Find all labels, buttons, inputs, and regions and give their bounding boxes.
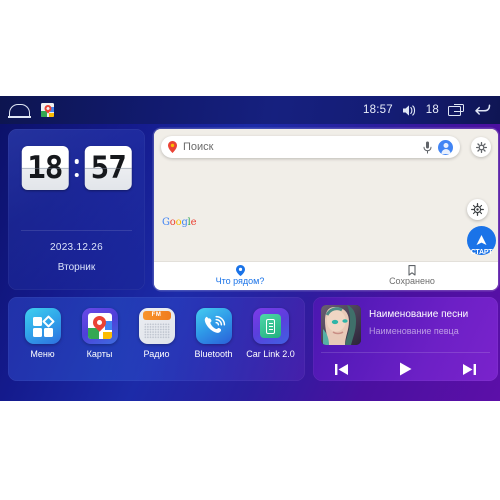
map-tab-nearby-label: Что рядом?	[215, 276, 265, 287]
app-dock: Меню Карты FM Радио Bluetooth Car Link 2…	[8, 297, 305, 381]
play-icon	[400, 362, 412, 376]
compass-target-icon[interactable]	[467, 199, 488, 220]
start-label: СТАРТ	[470, 249, 493, 256]
clock-hours: 18	[27, 149, 63, 186]
clock-minutes: 57	[90, 149, 127, 186]
recents-icon[interactable]	[448, 104, 464, 116]
map-search-bar[interactable]: Поиск	[161, 136, 460, 158]
clock-colon	[74, 153, 79, 183]
dock-app-carlink-label: Car Link 2.0	[246, 349, 295, 359]
map-pin-icon	[168, 141, 177, 153]
dock-app-maps-label: Карты	[86, 349, 113, 359]
track-artist: Наименование певца	[369, 326, 459, 336]
location-pin-icon	[154, 265, 326, 277]
clock-date: 2023.12.26	[49, 242, 104, 253]
search-input[interactable]: Поиск	[183, 141, 417, 153]
music-controls	[323, 359, 488, 379]
google-logo: Google	[162, 217, 197, 228]
dock-app-menu-label: Меню	[30, 349, 55, 359]
google-maps-icon[interactable]	[41, 103, 54, 117]
fm-radio-icon[interactable]: FM	[138, 308, 175, 344]
album-art	[321, 305, 361, 345]
car-head-unit-home-screen: 18:57 18 18 57 2023.12.26 Вторник Поиск …	[0, 96, 500, 401]
apps-grid-icon[interactable]	[24, 308, 61, 344]
next-track-button[interactable]	[461, 362, 478, 377]
map-bottom-tabs: Что рядом? Сохранено	[154, 261, 498, 290]
car-link-phone-icon[interactable]	[252, 308, 289, 344]
flip-clock: 18 57	[21, 146, 132, 190]
music-player-widget[interactable]: Наименование песни Наименование певца	[313, 297, 498, 381]
bookmark-icon	[326, 265, 498, 276]
dock-app-maps[interactable]: Карты	[71, 308, 128, 359]
map-canvas[interactable]: Поиск Google СТАРТ	[154, 129, 498, 262]
fm-band-label: FM	[142, 311, 171, 320]
dock-app-radio[interactable]: FM Радио	[128, 308, 185, 359]
start-navigation-button[interactable]: СТАРТ	[467, 226, 496, 256]
phone-signal-icon[interactable]	[195, 308, 232, 344]
clock-weekday: Вторник	[57, 262, 96, 273]
clock-widget[interactable]: 18 57 2023.12.26 Вторник	[8, 129, 145, 290]
map-tab-saved-label: Сохранено	[389, 276, 435, 287]
map-tab-nearby[interactable]: Что рядом?	[154, 265, 326, 287]
google-maps-widget[interactable]: Поиск Google СТАРТ Что рядом? Сохранено	[154, 129, 498, 290]
layers-settings-icon[interactable]	[471, 137, 491, 157]
navigation-arrow-icon	[476, 235, 487, 245]
dock-app-bluetooth[interactable]: Bluetooth	[185, 308, 242, 359]
volume-level: 18	[425, 104, 439, 116]
clock-hours-card: 18	[21, 146, 69, 190]
clock-minutes-card: 57	[84, 146, 132, 190]
map-tab-saved[interactable]: Сохранено	[326, 265, 498, 287]
clock-divider	[21, 230, 132, 231]
dock-app-menu[interactable]: Меню	[14, 308, 71, 359]
play-button[interactable]	[397, 362, 414, 377]
google-maps-icon[interactable]	[81, 308, 118, 344]
home-icon[interactable]	[8, 104, 31, 118]
skip-previous-icon	[335, 363, 348, 375]
speaker-grille	[143, 323, 170, 339]
skip-next-icon	[463, 363, 476, 375]
dock-app-bluetooth-label: Bluetooth	[194, 349, 233, 359]
status-time: 18:57	[363, 104, 393, 116]
dock-app-carlink[interactable]: Car Link 2.0	[242, 308, 299, 359]
back-icon[interactable]	[473, 103, 491, 117]
music-divider	[321, 352, 490, 353]
status-bar: 18:57 18	[0, 96, 500, 124]
previous-track-button[interactable]	[333, 362, 350, 377]
volume-icon[interactable]	[402, 104, 417, 117]
dock-app-radio-label: Радио	[143, 349, 170, 359]
microphone-icon[interactable]	[423, 141, 432, 154]
track-title: Наименование песни	[369, 309, 469, 320]
account-avatar-icon[interactable]	[438, 139, 453, 155]
